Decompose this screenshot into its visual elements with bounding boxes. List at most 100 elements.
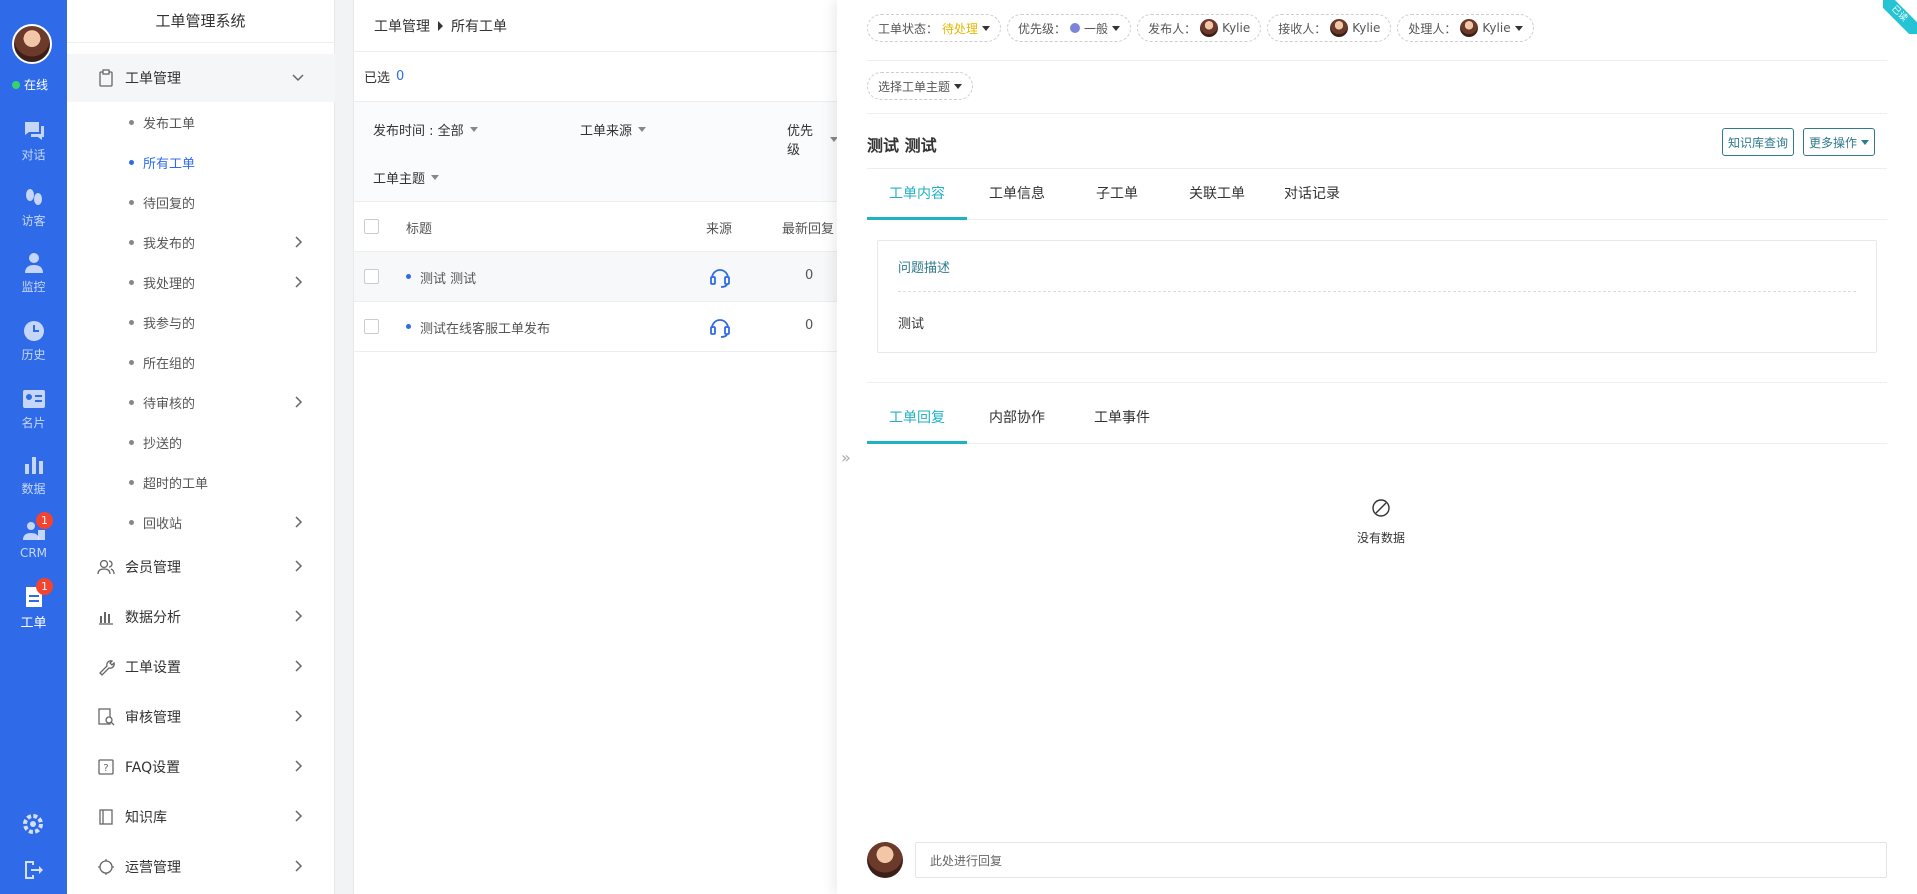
wrench-icon xyxy=(99,660,115,676)
menu-group-analytics[interactable]: 数据分析 xyxy=(67,593,335,641)
menu-item-overdue[interactable]: 超时的工单 xyxy=(67,462,335,502)
divider xyxy=(867,113,1887,114)
menu-item-my-participated[interactable]: 我参与的 xyxy=(67,302,335,342)
order-detail-drawer: 已读 » 工单状态： 待处理 优先级： 一般 发布人： Kylie 接收人： K… xyxy=(837,0,1917,894)
menu-item-pending-review[interactable]: 待审核的 xyxy=(67,382,335,422)
selection-bar: 已选 0 xyxy=(354,52,838,102)
menu-group-knowledge-base[interactable]: 知识库 xyxy=(67,793,335,841)
tab-chat-records[interactable]: 对话记录 xyxy=(1267,168,1357,220)
tab-info[interactable]: 工单信息 xyxy=(967,168,1067,220)
table-row[interactable]: 测试 测试 0 xyxy=(354,252,838,302)
rail-item-monitor[interactable]: 监控 xyxy=(0,252,67,295)
row-reply-count: 0 xyxy=(805,318,814,333)
menu-group-label: 知识库 xyxy=(125,810,167,826)
filter-priority[interactable]: 优先级 xyxy=(787,120,838,158)
menu-item-recycle-bin[interactable]: 回收站 xyxy=(67,502,335,542)
tab-content[interactable]: 工单内容 xyxy=(867,168,967,220)
reply-tabs: 工单回复 内部协作 工单事件 xyxy=(867,392,1887,444)
menu-item-cc[interactable]: 抄送的 xyxy=(67,422,335,462)
table-header: 标题 来源 最新回复 xyxy=(354,202,838,252)
bullet-icon xyxy=(129,199,134,205)
menu-group-label: 工单设置 xyxy=(125,660,181,676)
description-label: 问题描述 xyxy=(898,261,951,276)
chevron-right-icon xyxy=(295,660,303,672)
caret-down-icon xyxy=(431,175,440,180)
row-title[interactable]: 测试 测试 xyxy=(420,268,476,287)
menu-group-members[interactable]: 会员管理 xyxy=(67,543,335,591)
selected-label: 已选 xyxy=(364,71,391,86)
bullet-icon xyxy=(129,479,134,485)
menu-group-label: 会员管理 xyxy=(125,560,181,576)
column-latest-reply: 最新回复 xyxy=(782,222,835,237)
collapse-drawer-icon[interactable]: » xyxy=(841,448,853,468)
menu-group-faq[interactable]: ? FAQ设置 xyxy=(67,743,335,791)
reply-input[interactable]: 此处进行回复 xyxy=(915,842,1887,878)
tab-sub-orders[interactable]: 子工单 xyxy=(1067,168,1167,220)
chevron-right-icon xyxy=(295,760,303,772)
description-box: 问题描述 测试 xyxy=(877,240,1877,353)
handler-tag-label: 处理人： xyxy=(1408,21,1457,36)
row-title[interactable]: 测试在线客服工单发布 xyxy=(420,318,550,337)
filter-topic[interactable]: 工单主题 xyxy=(373,168,440,187)
column-title: 标题 xyxy=(406,222,433,237)
empty-state-text: 没有数据 xyxy=(1357,531,1406,545)
menu-item-my-published[interactable]: 我发布的 xyxy=(67,222,335,262)
clipboard-icon xyxy=(99,69,113,87)
topic-select[interactable]: 选择工单主题 xyxy=(867,72,974,100)
topic-select-label: 选择工单主题 xyxy=(878,79,951,94)
read-corner-flag: 已读 xyxy=(1883,0,1917,34)
filter-label: 工单来源 xyxy=(580,124,633,139)
menu-item-my-handled[interactable]: 我处理的 xyxy=(67,262,335,302)
menu-item-my-group[interactable]: 所在组的 xyxy=(67,342,335,382)
menu-item-label: 超时的工单 xyxy=(143,476,209,492)
rail-item-workorder[interactable]: 工单 1 xyxy=(0,578,67,631)
card-icon xyxy=(22,390,45,408)
receiver-tag[interactable]: 接收人： Kylie xyxy=(1267,14,1392,42)
rail-item-visitors[interactable]: 访客 xyxy=(0,186,67,229)
tab-events[interactable]: 工单事件 xyxy=(1067,392,1177,444)
read-flag-label: 已读 xyxy=(1883,0,1917,34)
menu-group-workorder-settings[interactable]: 工单设置 xyxy=(67,643,335,691)
caret-down-icon xyxy=(1112,25,1121,31)
rail-item-history[interactable]: 历史 xyxy=(0,320,67,363)
knowledge-base-button[interactable]: 知识库查询 xyxy=(1722,128,1795,156)
gear-icon[interactable] xyxy=(21,812,45,836)
handler-tag[interactable]: 处理人： Kylie xyxy=(1397,14,1534,42)
breadcrumb-item[interactable]: 工单管理 xyxy=(374,16,430,36)
avatar[interactable] xyxy=(12,24,52,64)
menu-item-label: 所有工单 xyxy=(143,156,196,172)
menu-item-all-orders[interactable]: 所有工单 xyxy=(67,142,335,182)
tab-internal[interactable]: 内部协作 xyxy=(967,392,1067,444)
filter-source[interactable]: 工单来源 xyxy=(580,120,647,139)
publisher-tag[interactable]: 发布人： Kylie xyxy=(1137,14,1262,42)
tab-reply[interactable]: 工单回复 xyxy=(867,392,967,444)
rail-item-data[interactable]: 数据 xyxy=(0,454,67,497)
row-checkbox[interactable] xyxy=(364,319,379,334)
menu-group-operations[interactable]: 运营管理 xyxy=(67,843,335,891)
publisher-name: Kylie xyxy=(1222,21,1251,35)
rail-label: 工单 xyxy=(20,616,47,631)
menu-item-label: 我发布的 xyxy=(143,236,196,252)
table-row[interactable]: 测试在线客服工单发布 0 xyxy=(354,302,838,352)
chevron-right-icon xyxy=(295,276,303,288)
online-status[interactable]: 在线 xyxy=(12,76,48,93)
rail-item-card[interactable]: 名片 xyxy=(0,388,67,431)
tab-related-orders[interactable]: 关联工单 xyxy=(1167,168,1267,220)
more-actions-button[interactable]: 更多操作 xyxy=(1803,128,1876,156)
logout-icon[interactable] xyxy=(21,858,45,882)
menu-group-review[interactable]: 审核管理 xyxy=(67,693,335,741)
rail-item-chat[interactable]: 对话 xyxy=(0,120,67,163)
menu-item-publish[interactable]: 发布工单 xyxy=(67,102,335,142)
rail-item-crm[interactable]: CRM 1 xyxy=(0,512,67,560)
menu-group-workorder[interactable]: 工单管理 xyxy=(67,54,335,102)
caret-down-icon xyxy=(1514,25,1523,31)
bullet-icon xyxy=(129,439,134,445)
divider xyxy=(867,60,1887,61)
status-tag[interactable]: 工单状态： 待处理 xyxy=(867,14,1002,42)
online-status-label: 在线 xyxy=(24,78,49,92)
priority-tag[interactable]: 优先级： 一般 xyxy=(1007,14,1132,42)
menu-item-pending-reply[interactable]: 待回复的 xyxy=(67,182,335,222)
select-all-checkbox[interactable] xyxy=(364,219,379,234)
filter-publish-time[interactable]: 发布时间 : 全部 xyxy=(373,120,478,139)
row-checkbox[interactable] xyxy=(364,269,379,284)
